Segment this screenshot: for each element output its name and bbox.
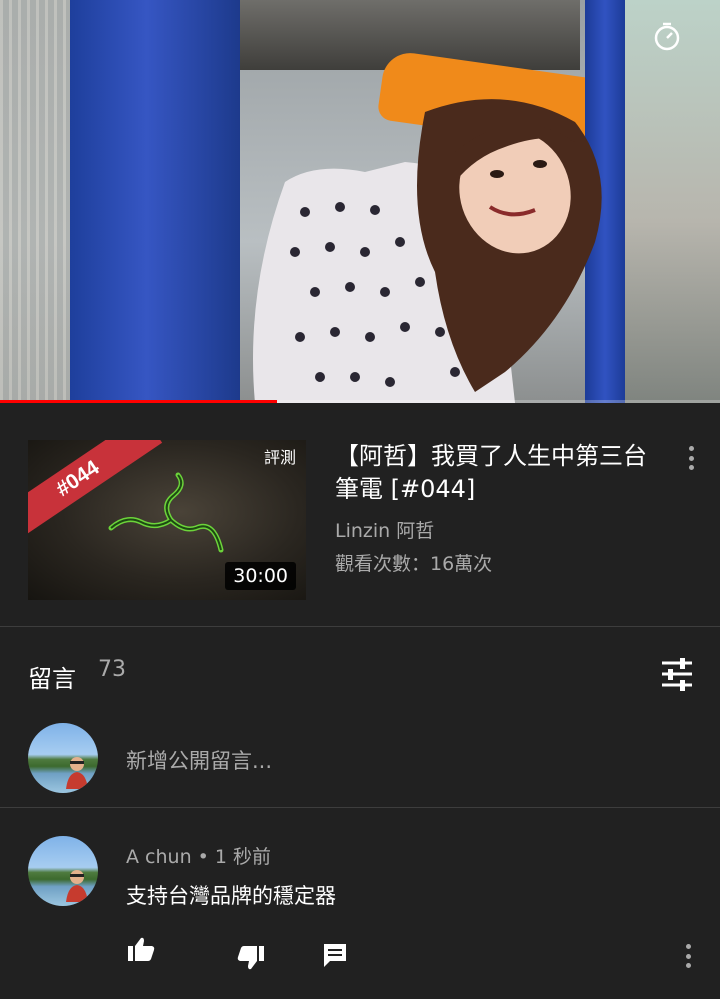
channel-name[interactable]: Linzin 阿哲 (335, 516, 434, 543)
comments-header: 留言 73 (0, 627, 720, 717)
comment-item: A chun • 1 秒前 支持台灣品牌的穩定器 (0, 808, 720, 999)
more-vert-icon[interactable] (678, 942, 698, 970)
tune-icon[interactable] (660, 657, 694, 691)
comment-meta: A chun • 1 秒前 (126, 842, 271, 869)
video-title[interactable]: 【阿哲】我買了人生中第三台筆電 [#044] (335, 440, 665, 506)
video-frame-background (70, 0, 240, 403)
add-comment-row[interactable]: 新增公開留言... (0, 717, 720, 808)
meta-separator: • (197, 846, 209, 868)
now-playing-card: #044 評測 30:00 【阿哲】我買了人生中第三台筆電 [#044] Lin… (0, 404, 720, 627)
avatar[interactable] (28, 836, 98, 906)
video-progress-fill (0, 400, 278, 403)
comments-count: 73 (98, 657, 126, 682)
video-duration: 30:00 (225, 562, 296, 590)
episode-badge-text: #044 (51, 455, 104, 502)
thumb-up-icon[interactable] (124, 932, 158, 966)
comment-author[interactable]: A chun (126, 846, 192, 868)
review-tag: 評測 (263, 448, 296, 467)
reply-comment-icon[interactable] (318, 938, 352, 972)
comment-time: 1 秒前 (214, 846, 272, 868)
thumb-down-icon[interactable] (234, 941, 268, 975)
avatar (28, 723, 98, 793)
comments-title: 留言 (28, 665, 76, 693)
video-frame-person (253, 99, 602, 403)
video-thumbnail[interactable]: #044 評測 30:00 (28, 440, 306, 600)
view-count: 觀看次數：16萬次 (335, 553, 493, 575)
video-progress-bar[interactable] (0, 400, 720, 403)
comment-text: 支持台灣品牌的穩定器 (126, 884, 336, 908)
more-vert-icon[interactable] (681, 444, 701, 472)
video-player[interactable] (0, 0, 720, 403)
three-headed-snake-logo (108, 472, 224, 553)
add-comment-input[interactable]: 新增公開留言... (126, 745, 272, 775)
timer-icon[interactable] (650, 20, 684, 54)
